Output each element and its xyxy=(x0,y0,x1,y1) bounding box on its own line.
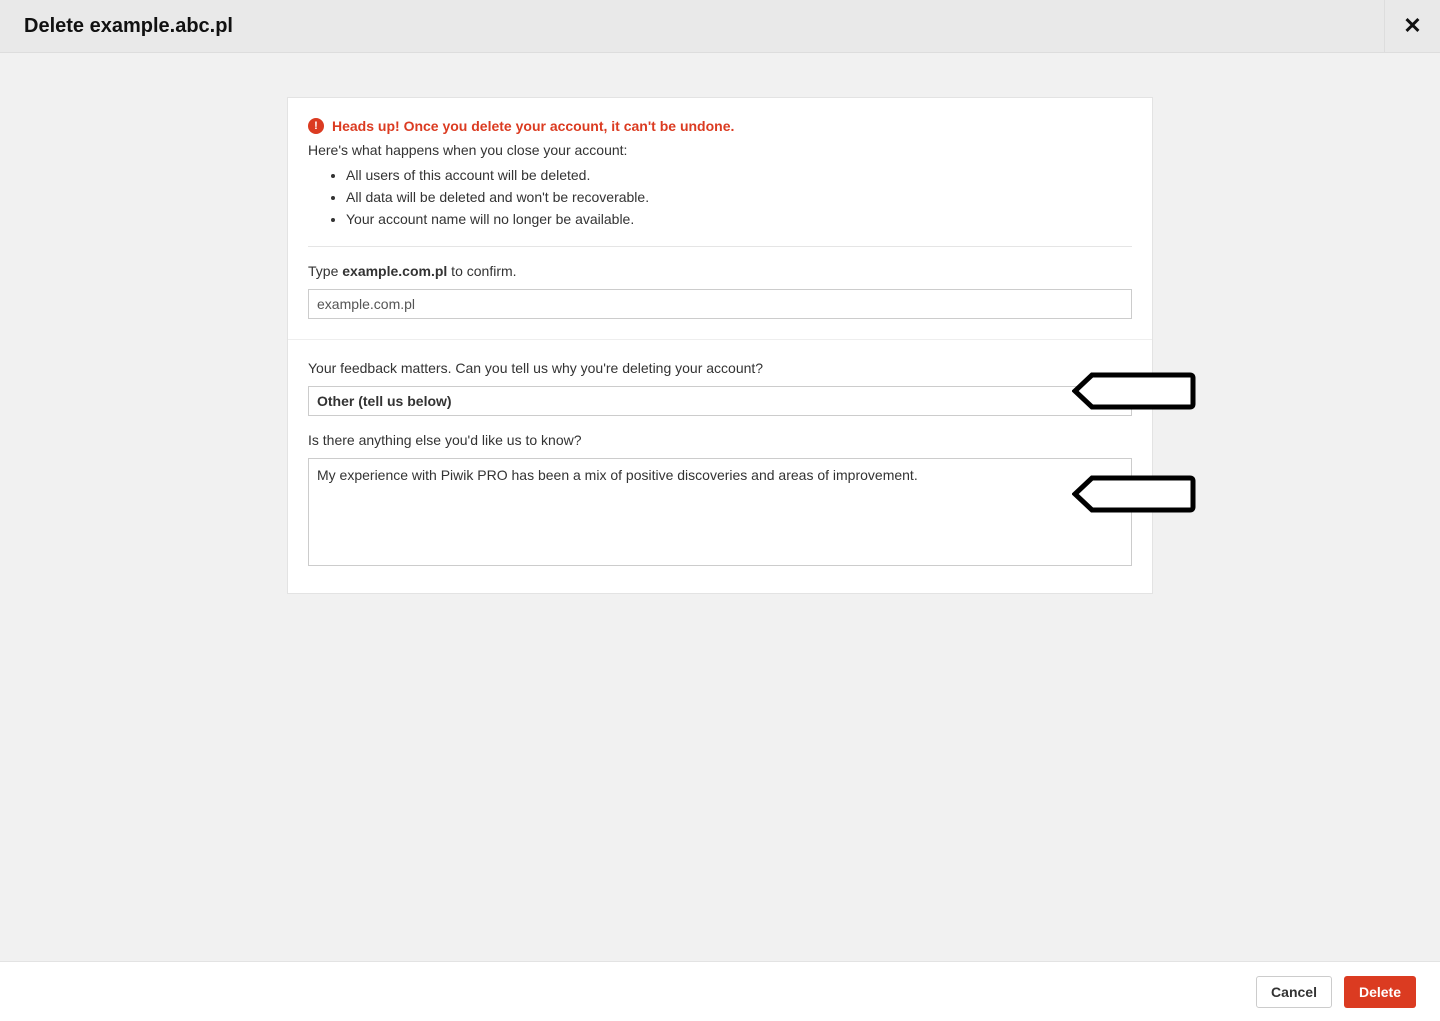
list-item: All users of this account will be delete… xyxy=(346,164,1132,186)
alert-icon: ! xyxy=(308,118,324,134)
feedback-section: Your feedback matters. Can you tell us w… xyxy=(288,340,1152,593)
reason-select-wrap: Other (tell us below) ⌄ xyxy=(308,386,1132,416)
feedback-label: Your feedback matters. Can you tell us w… xyxy=(308,360,1132,376)
warning-text: Heads up! Once you delete your account, … xyxy=(332,118,734,134)
delete-panel: ! Heads up! Once you delete your account… xyxy=(287,97,1153,594)
intro-text: Here's what happens when you close your … xyxy=(308,142,1132,158)
callout-arrow-icon xyxy=(1072,372,1194,408)
divider xyxy=(308,246,1132,247)
cancel-button[interactable]: Cancel xyxy=(1256,976,1332,1008)
extra-label: Is there anything else you'd like us to … xyxy=(308,432,1132,448)
content-area: ! Heads up! Once you delete your account… xyxy=(0,53,1440,594)
consequence-list: All users of this account will be delete… xyxy=(308,164,1132,230)
delete-button[interactable]: Delete xyxy=(1344,976,1416,1008)
list-item: Your account name will no longer be avai… xyxy=(346,208,1132,230)
confirm-input[interactable] xyxy=(308,289,1132,319)
close-button[interactable]: ✕ xyxy=(1384,0,1440,53)
list-item: All data will be deleted and won't be re… xyxy=(346,186,1132,208)
confirm-label: Type example.com.pl to confirm. xyxy=(308,263,1132,279)
callout-arrow-icon xyxy=(1072,475,1194,511)
reason-select[interactable]: Other (tell us below) xyxy=(308,386,1132,416)
warning-section: ! Heads up! Once you delete your account… xyxy=(288,98,1152,340)
confirm-name: example.com.pl xyxy=(342,263,447,279)
page-title: Delete example.abc.pl xyxy=(24,15,233,38)
modal-header: Delete example.abc.pl ✕ xyxy=(0,0,1440,53)
warning-row: ! Heads up! Once you delete your account… xyxy=(308,118,1132,134)
confirm-prefix: Type xyxy=(308,263,342,279)
close-icon: ✕ xyxy=(1403,13,1421,39)
modal-footer: Cancel Delete xyxy=(0,961,1440,1021)
feedback-textarea[interactable]: My experience with Piwik PRO has been a … xyxy=(308,458,1132,566)
confirm-suffix: to confirm. xyxy=(447,263,516,279)
